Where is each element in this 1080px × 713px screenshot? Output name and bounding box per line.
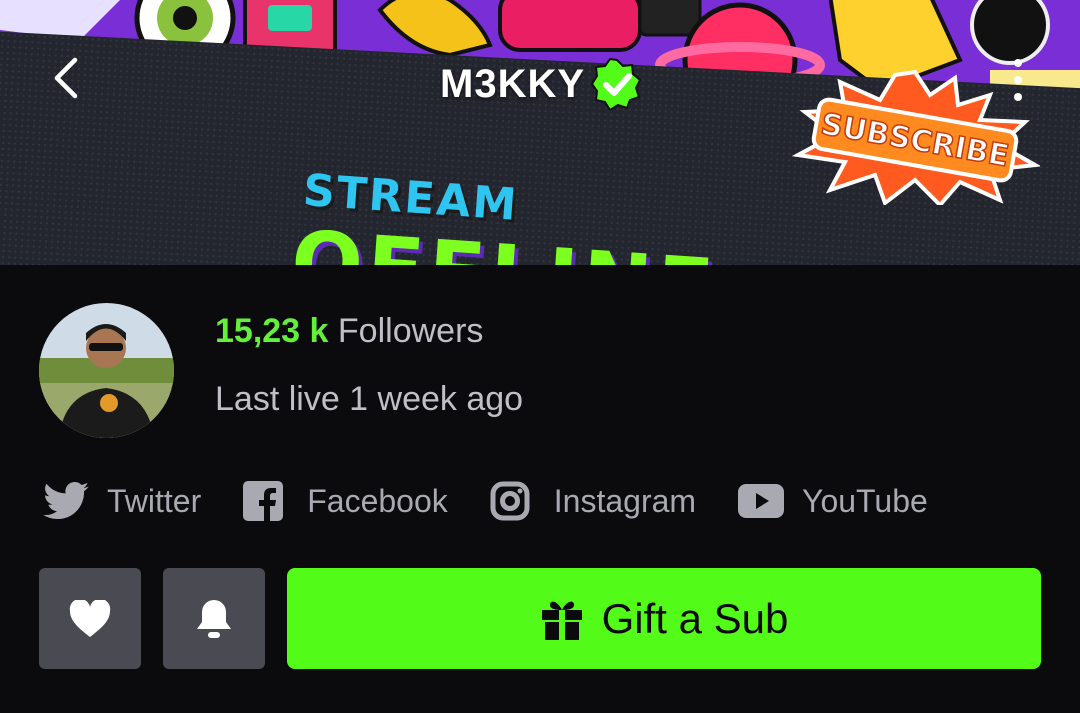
bell-icon: [197, 599, 231, 638]
follow-button[interactable]: [39, 568, 141, 669]
followers-number: 15,23 k: [215, 312, 329, 350]
avatar[interactable]: [39, 303, 174, 438]
gift-icon: [541, 601, 582, 640]
social-link-label: Facebook: [307, 482, 448, 519]
social-link-label: YouTube: [802, 482, 928, 519]
heart-icon: [69, 599, 111, 637]
followers-count: 15,23 k Followers: [215, 312, 483, 351]
more-options-button[interactable]: [1003, 55, 1033, 105]
social-link-instagram[interactable]: Instagram: [490, 478, 696, 524]
instagram-icon: [490, 481, 530, 521]
twitter-icon: [43, 482, 89, 520]
social-link-label: Twitter: [107, 482, 202, 519]
social-link-twitter[interactable]: Twitter: [43, 478, 201, 524]
gift-sub-button[interactable]: Gift a Sub: [287, 568, 1041, 669]
channel-name: M3KKY: [440, 61, 586, 106]
notification-button[interactable]: [163, 568, 265, 669]
avatar-photo: [39, 303, 174, 438]
more-vertical-icon: [1014, 59, 1022, 67]
chevron-left-icon: [54, 57, 78, 99]
back-button[interactable]: [44, 56, 88, 100]
social-link-youtube[interactable]: YouTube: [738, 478, 928, 524]
channel-title: M3KKY: [440, 58, 643, 110]
social-links: Twitter Facebook Instagram YouTube: [43, 478, 970, 524]
youtube-icon: [738, 484, 785, 518]
channel-banner: STREAM OFFLINE SUBSCRIBE M3KKY: [0, 0, 1080, 265]
followers-label: Followers: [337, 312, 484, 350]
last-live-text: Last live 1 week ago: [215, 380, 524, 418]
verified-badge-icon: [591, 58, 642, 110]
gift-sub-label: Gift a Sub: [601, 594, 789, 642]
social-link-label: Instagram: [553, 482, 697, 519]
social-link-facebook[interactable]: Facebook: [243, 478, 448, 524]
facebook-icon: [243, 481, 284, 521]
